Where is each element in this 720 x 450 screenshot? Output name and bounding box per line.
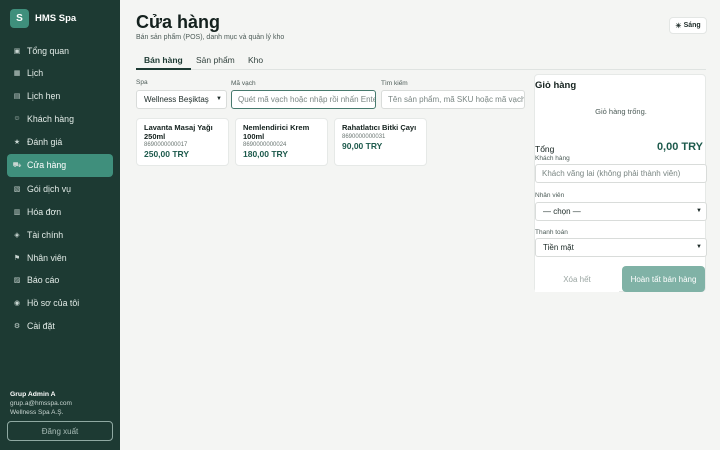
user-icon: ◉ [13, 300, 21, 308]
spa-value: Wellness Beşiktaş [144, 95, 209, 104]
staff-select[interactable]: — chọn — ▼ [535, 202, 707, 221]
sidebar-item-calendar[interactable]: ▦ Lịch [7, 63, 113, 84]
spa-select[interactable]: Wellness Beşiktaş ▼ [136, 90, 227, 109]
store-icon: ⛟ [12, 161, 22, 169]
sidebar-item-label: Nhân viên [27, 252, 67, 263]
product-sku: 8690000000031 [342, 133, 386, 140]
sidebar-item-invoices[interactable]: ▥ Hóa đơn [7, 202, 113, 223]
product-sku: 8690000000024 [243, 142, 287, 148]
user-org: Wellness Spa A.Ş. [10, 409, 64, 416]
sidebar-item-label: Lịch [27, 68, 44, 79]
sidebar-item-appointments[interactable]: ▤ Lịch hẹn [7, 86, 113, 107]
customer-icon: ☺ [13, 115, 21, 123]
theme-label: Sáng [683, 22, 701, 29]
user-name: Grup Admin A [10, 391, 56, 398]
brand-name: HMS Spa [35, 13, 77, 24]
theme-toggle-button[interactable]: ☀ Sáng [669, 17, 707, 34]
money-bag-icon: ◈ [14, 231, 20, 239]
chevron-down-icon: ▼ [216, 96, 222, 102]
sidebar-item-finance[interactable]: ◈ Tài chính [7, 224, 113, 245]
sidebar-item-label: Tài chính [27, 229, 64, 240]
sidebar-item-packages[interactable]: ▧ Gói dịch vụ [7, 179, 113, 200]
star-icon: ★ [13, 138, 21, 146]
sidebar-item-profile[interactable]: ◉ Hồ sơ của tôi [7, 293, 113, 314]
staff-value: — chọn — [543, 207, 581, 216]
dashboard-icon: ▣ [13, 47, 21, 55]
sidebar-item-label: Khách hàng [27, 113, 74, 124]
cart-empty-text: Giỏ hàng trống. [595, 107, 647, 116]
tab-bar: Bán hàng Sản phẩm Kho [136, 52, 706, 70]
cart-title: Giỏ hàng [535, 80, 577, 91]
gear-icon: ⚙ [13, 323, 21, 331]
invoice-icon: ▥ [13, 209, 21, 217]
product-name: Lavanta Masaj Yağı 250ml [144, 123, 213, 141]
product-name: Nemlendirici Krem 100ml [243, 123, 310, 141]
sidebar-item-customers[interactable]: ☺ Khách hàng [7, 108, 113, 129]
spa-label: Spa [136, 79, 148, 86]
appointments-icon: ▤ [13, 93, 21, 101]
package-icon: ▧ [13, 186, 21, 194]
sidebar: S HMS Spa ▣ Tổng quan ▦ Lịch ▤ Lịch hẹn … [0, 0, 120, 450]
page-subtitle: Bán sản phẩm (POS), danh mục và quản lý … [136, 34, 285, 41]
barcode-input[interactable] [231, 90, 376, 109]
sidebar-item-reports[interactable]: ▨ Báo cáo [7, 270, 113, 291]
flag-icon: ⚑ [13, 254, 21, 262]
sidebar-item-label: Cửa hàng [27, 160, 67, 171]
sidebar-item-label: Hồ sơ của tôi [27, 298, 80, 309]
product-card[interactable]: Lavanta Masaj Yağı 250ml 8690000000017 2… [136, 118, 229, 166]
cart-total-label: Tổng [535, 144, 555, 154]
customer-label: Khách hàng [535, 155, 570, 162]
cart-total-value: 0,00 TRY [656, 141, 703, 153]
product-name: Rahatlatıcı Bitki Çayı [342, 123, 417, 132]
main-content: Cửa hàng Bán sản phẩm (POS), danh mục và… [120, 0, 720, 450]
chevron-down-icon: ▼ [696, 244, 702, 250]
payment-label: Thanh toán [535, 229, 568, 236]
page-title: Cửa hàng [136, 12, 221, 32]
sidebar-item-label: Cài đặt [27, 321, 55, 332]
sidebar-item-store[interactable]: ⛟ Cửa hàng [7, 153, 113, 177]
sidebar-item-label: Đánh giá [27, 136, 63, 147]
product-price: 250,00 TRY [144, 149, 190, 159]
sidebar-item-label: Hóa đơn [27, 207, 62, 218]
user-info: Grup Admin A grup.a@hmsspa.com Wellness … [10, 390, 72, 417]
logout-button[interactable]: Đăng xuất [7, 421, 113, 441]
barcode-label: Mã vạch [231, 80, 256, 87]
customer-input[interactable] [535, 164, 707, 183]
clear-cart-button[interactable]: Xóa hết [535, 266, 619, 292]
product-card[interactable]: Rahatlatıcı Bitki Çayı 8690000000031 90,… [334, 118, 427, 166]
payment-select[interactable]: Tiền mặt ▼ [535, 238, 707, 257]
chevron-down-icon: ▼ [696, 208, 702, 214]
sidebar-item-label: Báo cáo [27, 275, 60, 286]
calendar-icon: ▦ [13, 70, 21, 78]
sidebar-item-staff[interactable]: ⚑ Nhân viên [7, 247, 113, 268]
search-input[interactable] [381, 90, 525, 109]
user-email: grup.a@hmsspa.com [10, 400, 72, 407]
payment-value: Tiền mặt [543, 243, 574, 252]
brand[interactable]: S HMS Spa [10, 9, 76, 28]
product-price: 180,00 TRY [243, 149, 289, 159]
product-card[interactable]: Nemlendirici Krem 100ml 8690000000024 18… [235, 118, 328, 166]
sidebar-item-label: Tổng quan [27, 45, 70, 56]
product-price: 90,00 TRY [342, 140, 383, 151]
brand-logo: S [10, 9, 29, 28]
tab-products[interactable]: Sản phẩm [188, 52, 243, 70]
sidebar-item-label: Gói dịch vụ [27, 184, 72, 195]
product-sku: 8690000000017 [144, 142, 188, 148]
sidebar-item-reviews[interactable]: ★ Đánh giá [7, 131, 113, 152]
sidebar-item-overview[interactable]: ▣ Tổng quan [7, 40, 113, 61]
sidebar-item-label: Lịch hẹn [27, 91, 61, 102]
staff-label: Nhân viên [535, 192, 565, 199]
sidebar-item-settings[interactable]: ⚙ Cài đặt [7, 316, 113, 337]
tab-inventory[interactable]: Kho [240, 52, 271, 70]
sun-icon: ☀ [675, 22, 682, 30]
search-label: Tìm kiếm [381, 80, 408, 87]
chart-icon: ▨ [13, 277, 21, 285]
finish-sale-button[interactable]: Hoàn tất bán hàng [622, 266, 705, 292]
cart-panel: Giỏ hàng Giỏ hàng trống. Tổng 0,00 TRY K… [534, 74, 707, 292]
tab-sales[interactable]: Bán hàng [136, 52, 191, 70]
sidebar-nav: ▣ Tổng quan ▦ Lịch ▤ Lịch hẹn ☺ Khách hà… [7, 40, 113, 338]
